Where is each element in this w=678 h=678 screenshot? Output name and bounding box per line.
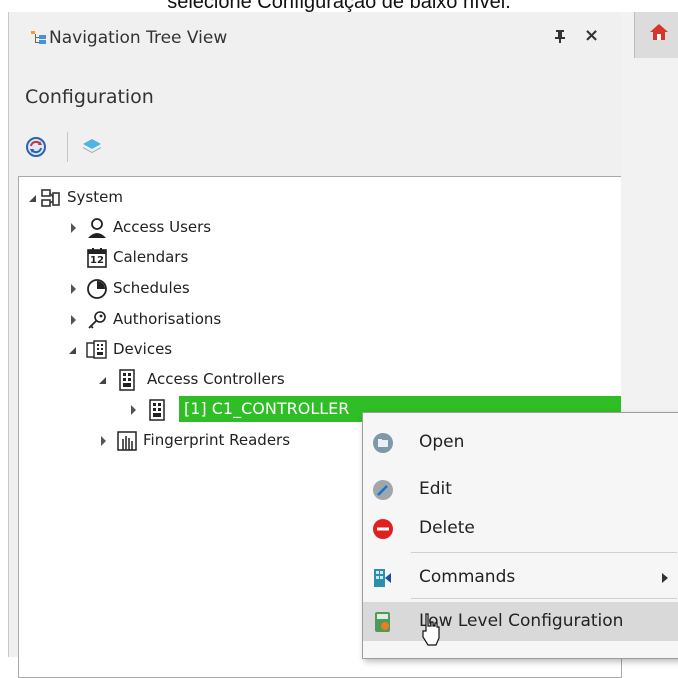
layers-icon[interactable] [81,135,103,157]
refresh-icon[interactable] [25,136,47,158]
clock-icon [87,279,107,299]
tree-node-label: Access Controllers [147,370,285,388]
delete-icon [373,519,393,539]
expand-arrow-icon[interactable] [29,195,36,202]
tree-node-label: Schedules [113,279,190,297]
calendar-day: 12 [90,255,104,266]
controller-icon [149,399,165,421]
expand-arrow-icon[interactable] [71,315,76,325]
devices-icon [86,340,107,359]
section-title: Configuration [25,86,154,108]
home-tab[interactable] [634,12,678,58]
pin-icon[interactable] [554,29,566,47]
low-level-configuration-icon [375,612,390,632]
toolbar [23,132,323,162]
expand-arrow-icon[interactable] [99,377,106,384]
tree-node-label: [1] C1_CONTROLLER [184,399,350,418]
open-icon [373,433,393,453]
user-icon [88,218,106,238]
expand-arrow-icon[interactable] [101,436,106,446]
tree-node-label: Devices [113,340,173,358]
expand-arrow-icon[interactable] [71,223,76,233]
menu-separator [411,598,677,599]
tree-node-label: Access Users [113,218,212,236]
mouse-pointer-icon [422,613,440,646]
expand-arrow-icon[interactable] [69,347,76,354]
fingerprint-reader-icon [117,431,137,451]
tree-node-label: Calendars [113,248,189,266]
commands-icon [374,569,391,587]
menu-item-label: Commands [419,567,516,587]
context-menu: Open Edit Delete Commands Low Level Conf… [362,412,678,659]
tree-node-label: Fingerprint Readers [143,431,291,449]
menu-item-label: Delete [419,518,475,538]
tree-view-icon [31,31,46,44]
expand-arrow-icon[interactable] [71,284,76,294]
menu-item-label: Low Level Configuration [419,611,624,631]
controller-icon [119,369,135,391]
edit-icon [373,480,393,500]
menu-item-label: Edit [419,479,452,499]
submenu-arrow-icon [662,573,668,583]
panel-title: Navigation Tree View [49,28,228,48]
menu-item-commands[interactable]: Commands [363,558,678,597]
expand-arrow-icon[interactable] [131,405,136,415]
menu-item-open[interactable]: Open [363,423,678,462]
tree-node-label: Authorisations [113,310,222,328]
home-icon [650,24,668,40]
menu-item-label: Open [419,432,465,452]
panel-header: Navigation Tree View × [9,12,622,68]
menu-separator [411,552,677,553]
menu-item-low-level-configuration[interactable]: Low Level Configuration [363,602,678,641]
system-icon [41,189,60,207]
key-icon [88,311,106,329]
menu-item-delete[interactable]: Delete [363,509,678,548]
close-icon[interactable]: × [584,25,599,46]
toolbar-separator [67,132,68,162]
tree-node-label: System [67,188,123,206]
menu-item-edit[interactable]: Edit [363,470,678,509]
